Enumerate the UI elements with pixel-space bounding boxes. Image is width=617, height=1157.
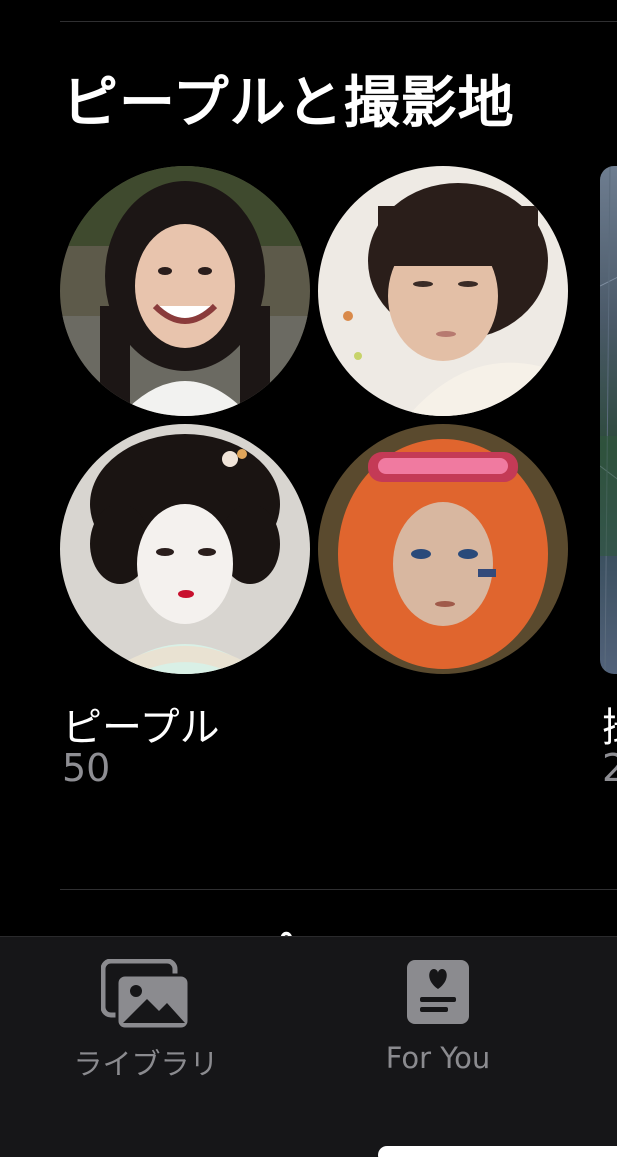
tab-bar: ライブラリ For You: [0, 936, 617, 1157]
person-photo-4: [318, 424, 568, 674]
photos-screen: ピープルと撮影地 ピープル 50 2 ライブラリ For You: [0, 0, 617, 1157]
person-photo-2: [318, 166, 568, 416]
heart-document-icon: [406, 959, 470, 1029]
section-title[interactable]: ピープルと撮影地: [62, 58, 515, 139]
section-divider-top: [60, 21, 617, 22]
person-photo-1: [60, 166, 310, 416]
person-avatar-1: [60, 166, 310, 416]
tab-library[interactable]: ライブラリ: [36, 937, 256, 1097]
people-album-title: ピープル: [62, 705, 220, 751]
tab-library-label: ライブラリ: [73, 1047, 219, 1081]
people-album-count: 50: [62, 746, 111, 790]
map-icon: [600, 166, 617, 674]
people-album-thumbnail[interactable]: [60, 166, 570, 676]
photo-library-icon: [100, 958, 191, 1035]
section-divider-bottom: [60, 889, 617, 890]
places-album-title: 撮: [602, 695, 617, 753]
places-map-thumbnail[interactable]: [600, 166, 617, 674]
tab-for-you[interactable]: For You: [328, 937, 548, 1097]
tab-for-you-label: For You: [385, 1041, 491, 1075]
person-photo-3: [60, 424, 310, 674]
places-album-count: 2: [602, 746, 617, 790]
person-avatar-3: [60, 424, 310, 674]
home-indicator[interactable]: [378, 1146, 617, 1157]
person-avatar-2: [318, 166, 568, 416]
person-avatar-4: [318, 424, 568, 674]
